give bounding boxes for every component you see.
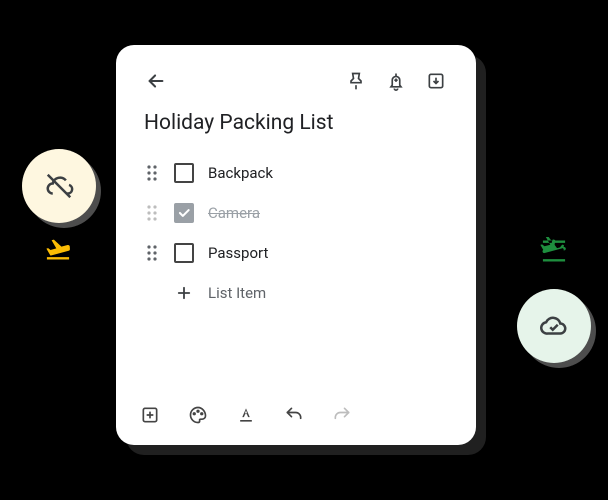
add-button[interactable] <box>136 401 164 429</box>
checklist: Backpack Camera Passport List Item <box>136 153 456 313</box>
arrow-back-icon <box>145 70 167 92</box>
drag-handle-icon[interactable] <box>144 204 160 222</box>
text-format-button[interactable] <box>232 401 260 429</box>
cloud-off-icon <box>44 171 74 201</box>
pin-button[interactable] <box>336 61 376 101</box>
text-format-icon <box>236 405 256 425</box>
new-item-placeholder[interactable]: List Item <box>208 284 266 302</box>
checkbox[interactable] <box>174 203 194 223</box>
list-item[interactable]: Passport <box>144 233 456 273</box>
drag-handle-icon[interactable] <box>144 244 160 262</box>
plus-icon <box>174 284 194 302</box>
redo-button[interactable] <box>328 401 356 429</box>
synced-indicator <box>517 289 591 363</box>
item-text[interactable]: Backpack <box>208 164 273 182</box>
cloud-done-icon <box>539 311 569 341</box>
bell-plus-icon <box>386 71 406 91</box>
palette-icon <box>188 405 208 425</box>
undo-icon <box>284 405 304 425</box>
item-text[interactable]: Passport <box>208 244 268 262</box>
flight-land-icon <box>540 237 568 265</box>
checkbox[interactable] <box>174 163 194 183</box>
list-item[interactable]: Camera <box>144 193 456 233</box>
list-item[interactable]: Backpack <box>144 153 456 193</box>
archive-icon <box>426 71 446 91</box>
offline-indicator <box>22 149 96 223</box>
color-button[interactable] <box>184 401 212 429</box>
redo-icon <box>332 405 352 425</box>
checkbox[interactable] <box>174 243 194 263</box>
check-icon <box>177 206 191 220</box>
note-header <box>136 65 456 97</box>
drag-handle-icon[interactable] <box>144 164 160 182</box>
note-title[interactable]: Holiday Packing List <box>136 111 456 135</box>
pin-icon <box>346 71 366 91</box>
item-text[interactable]: Camera <box>208 204 260 222</box>
back-button[interactable] <box>136 61 176 101</box>
add-box-icon <box>140 405 160 425</box>
note-toolbar <box>136 401 356 429</box>
reminder-button[interactable] <box>376 61 416 101</box>
flight-takeoff-icon <box>44 235 72 263</box>
undo-button[interactable] <box>280 401 308 429</box>
new-list-item[interactable]: List Item <box>144 273 456 313</box>
archive-button[interactable] <box>416 61 456 101</box>
note-card: Holiday Packing List Backpack Camera Pas… <box>116 45 476 445</box>
